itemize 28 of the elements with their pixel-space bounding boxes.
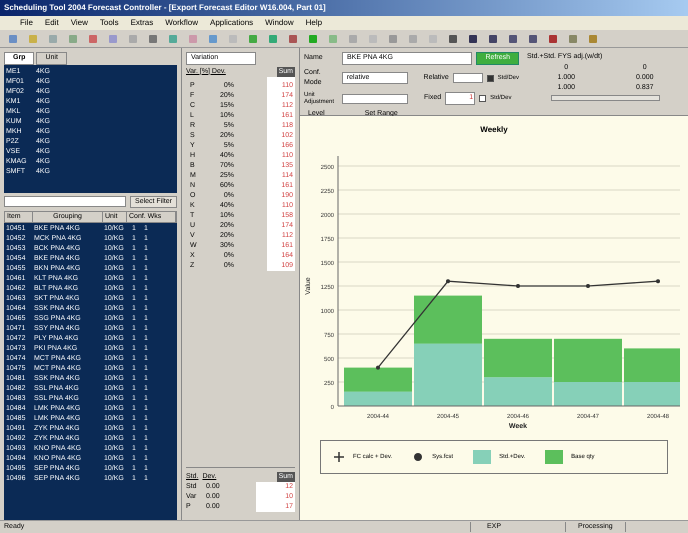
menu-item[interactable]: Tools [100, 17, 119, 29]
bar [624, 348, 680, 382]
line-point [586, 284, 590, 288]
line-point [446, 279, 450, 284]
menu-item[interactable]: Workflow [165, 17, 198, 29]
unit-dropdown[interactable] [342, 94, 408, 104]
line-point [376, 366, 380, 370]
menu-item[interactable]: Applications [210, 17, 254, 29]
chart-title: Weekly [480, 124, 508, 136]
menu-item[interactable]: Window [265, 17, 294, 29]
bar [414, 344, 482, 406]
bar [484, 338, 552, 378]
window-title: Scheduling Tool 2004 Forecast Controller - [Export Forecast Editor W16.004, Part 01] [4, 2, 326, 14]
line-point [516, 284, 520, 288]
bar [624, 382, 680, 406]
menu-item[interactable]: Help [306, 17, 322, 29]
menu-item[interactable]: View [70, 17, 88, 29]
line-point [656, 279, 660, 284]
dot-marker-icon [412, 451, 424, 463]
check-box[interactable] [486, 74, 494, 82]
menu-item[interactable]: File [20, 17, 33, 29]
bar [484, 377, 552, 406]
menu-item[interactable]: Extras [130, 17, 154, 29]
menu-item[interactable]: Edit [44, 17, 59, 29]
bar [414, 296, 482, 344]
check-box[interactable] [479, 95, 486, 102]
filter-field[interactable] [4, 196, 126, 208]
relative-field[interactable] [452, 73, 483, 83]
